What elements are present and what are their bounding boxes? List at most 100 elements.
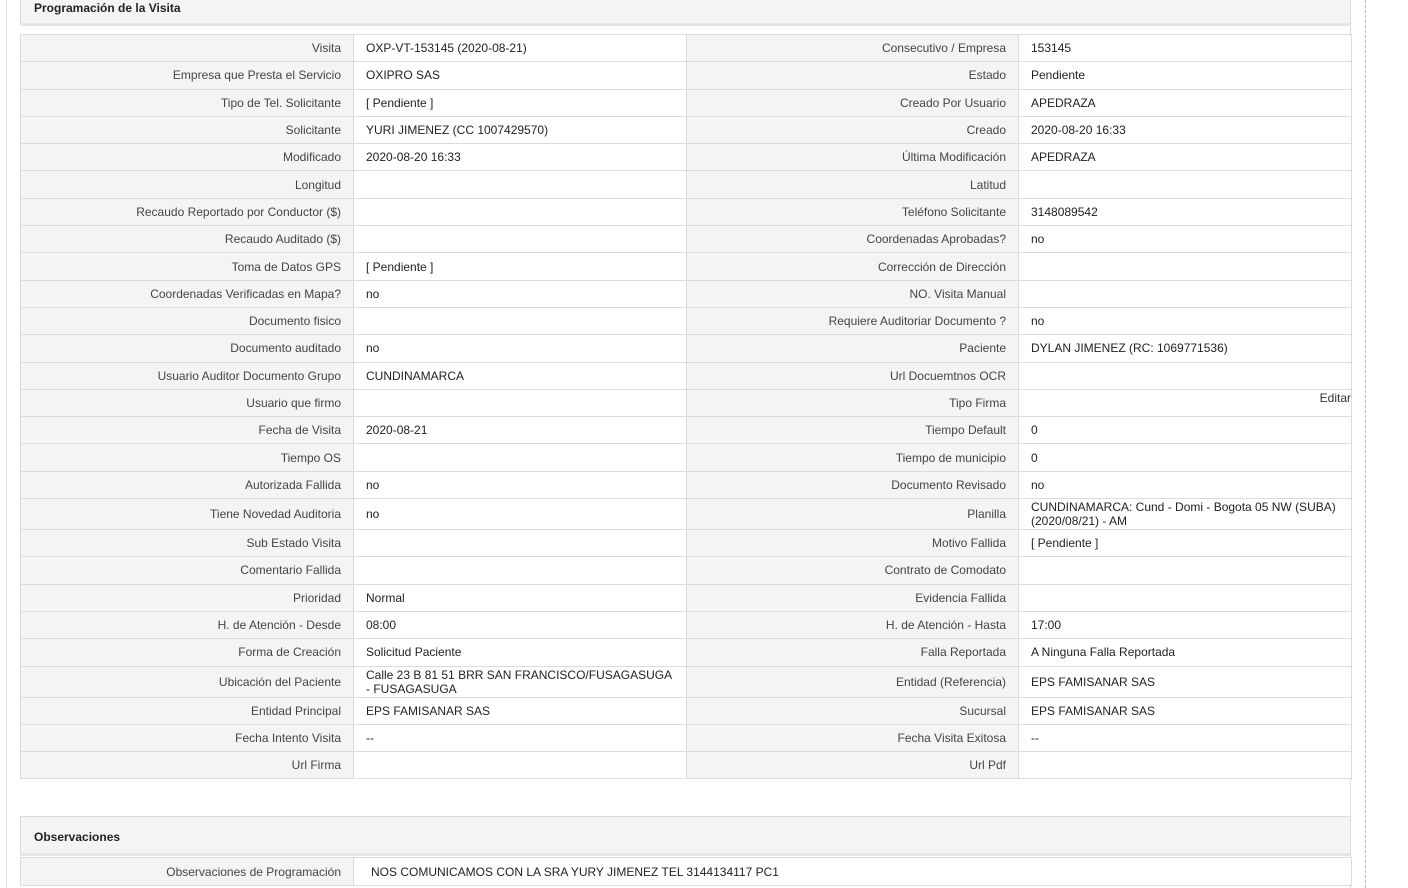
table-row: Toma de Datos GPS[ Pendiente ] Corrección…	[20, 252, 1352, 281]
field-value: no	[1018, 225, 1352, 254]
table-row: Tipo de Tel. Solicitante[ Pendiente ] Cre…	[20, 88, 1352, 117]
field-label: Visita	[20, 33, 354, 63]
field-label: Documento fisico	[20, 306, 354, 336]
table-row: Comentario Fallida Contrato de Comodato	[20, 556, 1352, 585]
table-row: Documento auditado no Paciente DYLAN JIMEN…	[20, 334, 1352, 363]
field-value: APEDRAZA	[1018, 143, 1352, 172]
field-value	[1018, 556, 1352, 585]
field-label: Tipo de Tel. Solicitante	[20, 88, 354, 117]
table-row: Modificado 2020-08-20 16:33 Última Modific…	[20, 143, 1352, 172]
field-value: 2020-08-20 16:33	[1018, 115, 1352, 145]
field-value	[353, 751, 687, 780]
field-label: Creado	[686, 115, 1019, 145]
table-row: H. de Atención - Desde 08:00 H. de Atenció…	[20, 610, 1352, 640]
field-value: no	[353, 334, 687, 363]
field-label: Observaciones de Programación	[20, 857, 354, 886]
field-label: Prioridad	[20, 583, 354, 612]
table-row: Sub Estado Visita Motivo Fallida[ Pendien…	[20, 529, 1352, 558]
edit-link[interactable]: Editar	[1320, 391, 1351, 405]
field-label: Falla Reportada	[686, 638, 1019, 667]
table-row: Prioridad Normal Evidencia Fallida	[20, 583, 1352, 612]
field-label: Documento auditado	[20, 334, 354, 363]
field-label: Tiene Novedad Auditoria	[20, 498, 354, 531]
field-label: Tipo Firma	[686, 388, 1019, 418]
visit-details-table: Visita OXP-VT-153145 (2020-08-21) Consecut…	[20, 33, 1352, 780]
field-label: Entidad Principal	[20, 696, 354, 725]
section-header-programacion: Programación de la Visita	[20, 0, 1351, 26]
section-title: Observaciones	[34, 830, 121, 844]
field-label: Sucursal	[686, 696, 1019, 725]
field-value: --	[1018, 723, 1352, 753]
field-value: [ Pendiente ]	[353, 88, 687, 117]
field-label: Url Pdf	[686, 751, 1019, 780]
table-row: Observaciones de Programación NOS COMUNI…	[20, 857, 1352, 886]
field-label: Recaudo Reportado por Conductor ($)	[20, 197, 354, 227]
field-label: NO. Visita Manual	[686, 279, 1019, 308]
field-value: Normal	[353, 583, 687, 612]
field-value	[1018, 583, 1352, 612]
field-label: Coordenadas Aprobadas?	[686, 225, 1019, 254]
field-label: Solicitante	[20, 115, 354, 145]
field-value: CUNDINAMARCA	[353, 361, 687, 390]
field-value	[1018, 751, 1352, 780]
table-row: Fecha Intento Visita -- Fecha Visita Exit…	[20, 723, 1352, 753]
field-label: Tiempo Default	[686, 416, 1019, 445]
field-value: 0	[1018, 416, 1352, 445]
field-label: Forma de Creación	[20, 638, 354, 667]
table-row: Solicitante YURI JIMENEZ (CC 1007429570) C…	[20, 115, 1352, 145]
field-label: Requiere Auditoriar Documento ?	[686, 306, 1019, 336]
field-value: EPS FAMISANAR SAS	[353, 696, 687, 725]
field-value: 3148089542	[1018, 197, 1352, 227]
field-value: no	[1018, 306, 1352, 336]
field-value: 0	[1018, 443, 1352, 472]
field-value	[353, 225, 687, 254]
field-value	[353, 388, 687, 418]
visit-detail-page: Programación de la Visita Visita OXP-VT-1…	[0, 0, 1408, 888]
field-value: A Ninguna Falla Reportada	[1018, 638, 1352, 667]
field-label: Motivo Fallida	[686, 529, 1019, 558]
field-label: Sub Estado Visita	[20, 529, 354, 558]
field-value: Editar	[1018, 388, 1352, 418]
table-row: Url Firma Url Pdf	[20, 751, 1352, 780]
field-label: Latitud	[686, 170, 1019, 199]
field-label: Toma de Datos GPS	[20, 252, 354, 281]
field-value: APEDRAZA	[1018, 88, 1352, 117]
field-label: Fecha Intento Visita	[20, 723, 354, 753]
field-label: Ubicación del Paciente	[20, 665, 354, 698]
field-value: no	[353, 470, 687, 500]
field-value: 2020-08-20 16:33	[353, 143, 687, 172]
field-value	[1018, 252, 1352, 281]
field-label: Estado	[686, 61, 1019, 90]
table-row: Longitud Latitud	[20, 170, 1352, 199]
field-value: [ Pendiente ]	[1018, 529, 1352, 558]
field-value: no	[353, 498, 687, 531]
field-value: 17:00	[1018, 610, 1352, 640]
field-value: 153145	[1018, 33, 1352, 63]
field-label: Fecha Visita Exitosa	[686, 723, 1019, 753]
field-label: Url Docuemtnos OCR	[686, 361, 1019, 390]
field-value: 08:00	[353, 610, 687, 640]
field-value: no	[1018, 470, 1352, 500]
dashed-separator	[1365, 0, 1366, 888]
field-label: Empresa que Presta el Servicio	[20, 61, 354, 90]
field-label: Teléfono Solicitante	[686, 197, 1019, 227]
field-value	[353, 529, 687, 558]
field-label: Autorizada Fallida	[20, 470, 354, 500]
field-label: Última Modificación	[686, 143, 1019, 172]
field-label: Longitud	[20, 170, 354, 199]
field-value: Calle 23 B 81 51 BRR SAN FRANCISCO/FUSAG…	[353, 665, 687, 698]
table-row: Entidad Principal EPS FAMISANAR SAS Sucurs…	[20, 696, 1352, 725]
field-value: DYLAN JIMENEZ (RC: 1069771536)	[1018, 334, 1352, 363]
field-label: Entidad (Referencia)	[686, 665, 1019, 698]
field-label: Contrato de Comodato	[686, 556, 1019, 585]
field-value	[1018, 170, 1352, 199]
observations-table: Observaciones de Programación NOS COMUNI…	[20, 857, 1352, 886]
section-header-observaciones: Observaciones	[20, 816, 1351, 856]
field-label: Documento Revisado	[686, 470, 1019, 500]
field-value	[1018, 279, 1352, 308]
field-value: CUNDINAMARCA: Cund - Domi - Bogota 05 NW…	[1018, 498, 1352, 531]
table-row: Recaudo Auditado ($) Coordenadas Aprobada…	[20, 225, 1352, 254]
table-row: Empresa que Presta el Servicio OXIPRO SAS…	[20, 61, 1352, 90]
table-row: Visita OXP-VT-153145 (2020-08-21) Consecut…	[20, 33, 1352, 63]
table-row: Documento fisico Requiere Auditoriar Docu…	[20, 306, 1352, 336]
